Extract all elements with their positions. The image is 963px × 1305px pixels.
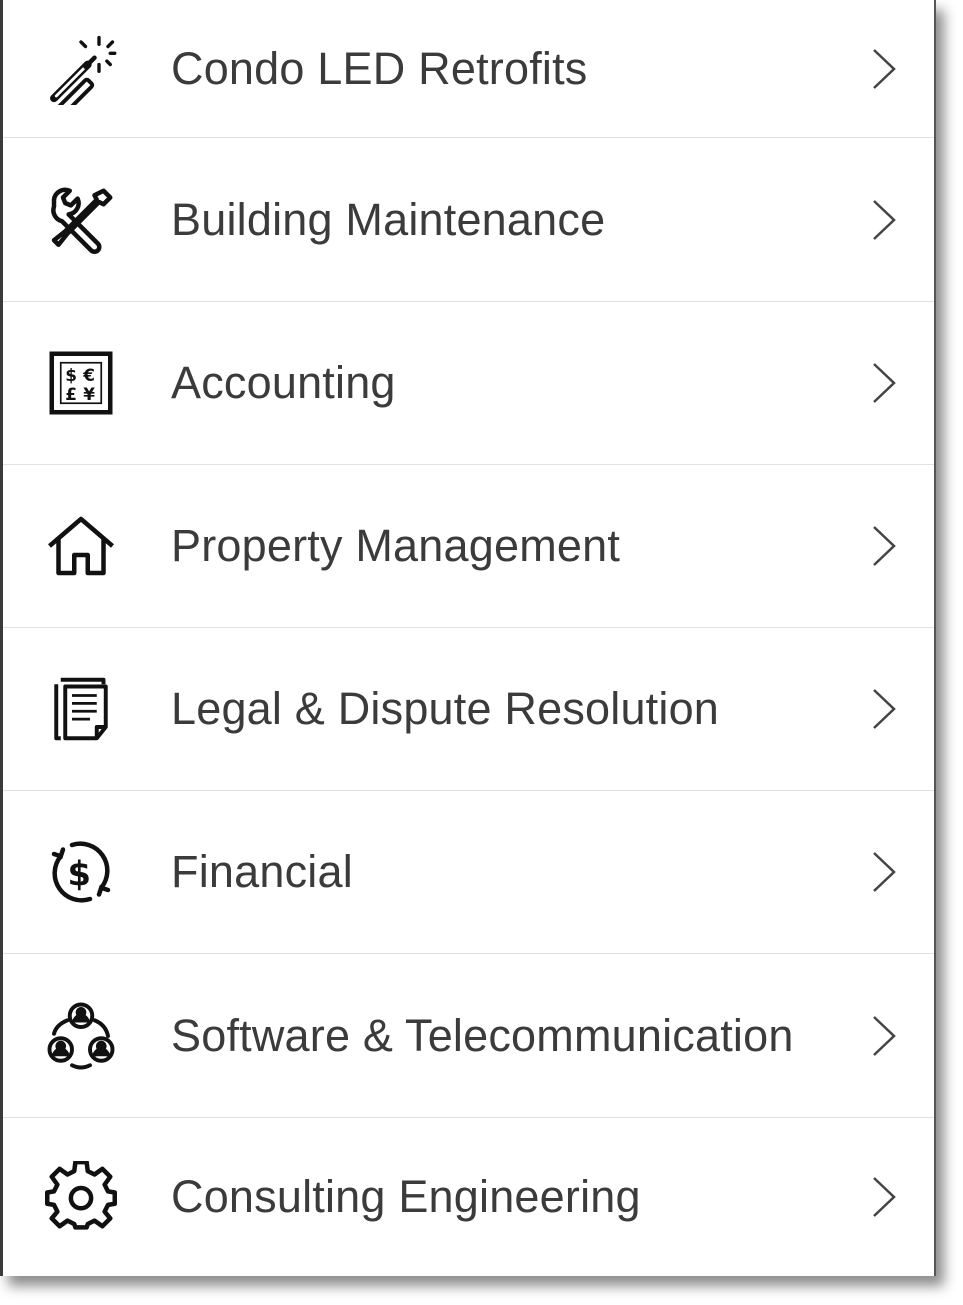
- chevron-right-icon: [864, 44, 904, 94]
- documents-icon: [41, 669, 121, 749]
- chevron-right-icon: [864, 358, 904, 408]
- menu-item-label: Financial: [171, 846, 353, 897]
- svg-text:$: $: [65, 365, 77, 385]
- people-network-icon: [41, 996, 121, 1076]
- chevron-right-icon: [864, 521, 904, 571]
- menu-item-accounting[interactable]: $ € £ ¥ Accounting: [3, 302, 934, 465]
- menu-item-legal-dispute-resolution[interactable]: Legal & Dispute Resolution: [3, 628, 934, 791]
- svg-text:$: $: [68, 855, 91, 894]
- menu-item-label: Building Maintenance: [171, 193, 606, 245]
- menu-item-label: Accounting: [171, 357, 396, 408]
- currency-box-icon: $ € £ ¥: [41, 343, 121, 423]
- menu-item-label: Consulting Engineering: [171, 1171, 641, 1222]
- svg-text:£: £: [65, 384, 77, 404]
- chevron-right-icon: [864, 684, 904, 734]
- chevron-right-icon: [864, 195, 904, 245]
- chevron-right-icon: [864, 1172, 904, 1222]
- chevron-right-icon: [864, 847, 904, 897]
- svg-text:¥: ¥: [83, 384, 95, 404]
- menu-item-label: Software & Telecommunication: [171, 1009, 794, 1061]
- dollar-cycle-icon: $: [41, 832, 121, 912]
- menu-item-software-telecommunication[interactable]: Software & Telecommunication: [3, 954, 934, 1118]
- menu-item-label: Legal & Dispute Resolution: [171, 683, 720, 734]
- menu-item-property-management[interactable]: Property Management: [3, 465, 934, 628]
- menu-item-label: Condo LED Retrofits: [171, 42, 588, 94]
- menu-item-financial[interactable]: $ Financial: [3, 791, 934, 954]
- gear-icon: [41, 1157, 121, 1237]
- chevron-right-icon: [864, 1011, 904, 1061]
- menu-list: Condo LED Retrofits Building Maintenance…: [0, 0, 936, 1276]
- magic-wand-icon: [41, 29, 121, 109]
- house-icon: [41, 506, 121, 586]
- menu-item-label: Property Management: [171, 520, 621, 571]
- wrench-screwdriver-icon: [41, 180, 121, 260]
- menu-item-condo-led-retrofits[interactable]: Condo LED Retrofits: [3, 0, 934, 138]
- menu-item-building-maintenance[interactable]: Building Maintenance: [3, 138, 934, 302]
- svg-text:€: €: [82, 365, 95, 385]
- menu-item-consulting-engineering[interactable]: Consulting Engineering: [3, 1118, 934, 1276]
